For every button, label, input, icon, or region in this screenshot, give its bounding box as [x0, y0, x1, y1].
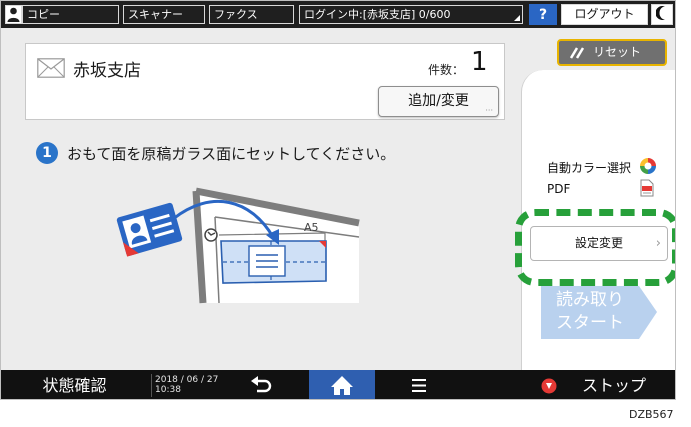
more-dots-icon: ··· — [485, 106, 493, 115]
paper-size-label: A5 — [304, 221, 319, 234]
start-scan-label: 読み取り スタート — [556, 290, 624, 333]
reset-button[interactable]: リセット — [557, 39, 667, 66]
datetime-display: 2018 / 06 / 27 10:38 — [155, 370, 225, 399]
energy-saver-button[interactable] — [651, 4, 673, 25]
pdf-file-icon — [640, 179, 654, 197]
login-status-text: ログイン中:[赤坂支店] 0/600 — [304, 8, 451, 21]
status-check-button[interactable]: 状態確認 — [1, 370, 148, 399]
back-button[interactable] — [236, 370, 286, 399]
reset-label: リセット — [593, 45, 642, 59]
figure-code: DZB567 — [629, 408, 674, 421]
top-bar: コピー スキャナー ファクス ログイン中:[赤坂支店] 0/600 ? ログアウ… — [1, 1, 675, 28]
color-mode-label: 自動カラー選択 — [547, 161, 632, 175]
home-icon — [331, 376, 353, 395]
time-text: 10:38 — [155, 385, 181, 395]
user-icon[interactable] — [5, 5, 22, 24]
highlight-callout — [515, 209, 675, 286]
login-status[interactable]: ログイン中:[赤坂支店] 0/600 — [299, 5, 523, 24]
destination-name: 赤坂支店 — [73, 61, 141, 81]
step-number-badge: 1 — [36, 142, 58, 164]
file-format-label: PDF — [547, 182, 571, 196]
destination-card: 赤坂支店 件数： 1 追加/変更 ··· — [25, 43, 505, 120]
menu-button[interactable] — [396, 370, 441, 399]
add-change-button[interactable]: 追加/変更 ··· — [378, 86, 499, 117]
stop-label: ストップ — [582, 376, 647, 395]
date-text: 2018 / 06 / 27 — [155, 375, 219, 385]
corner-marker-icon — [514, 15, 520, 21]
add-change-label: 追加/変更 — [408, 93, 469, 109]
tab-scanner[interactable]: スキャナー — [123, 5, 205, 24]
tab-fax[interactable]: ファクス — [209, 5, 294, 24]
scanner-glass-illustration: A5 — [116, 187, 360, 304]
divider — [151, 374, 152, 397]
menu-icon — [411, 379, 426, 392]
stop-icon — [541, 378, 557, 394]
bottom-bar: 状態確認 2018 / 06 / 27 10:38 ストップ — [1, 370, 675, 399]
count-label: 件数： — [428, 63, 465, 77]
reset-icon — [569, 47, 585, 59]
device-screen: コピー スキャナー ファクス ログイン中:[赤坂支店] 0/600 ? ログアウ… — [0, 0, 676, 400]
instruction-text: おもて面を原稿ガラス面にセットしてください。 — [67, 145, 396, 163]
logout-button[interactable]: ログアウト — [561, 4, 648, 25]
auto-color-icon — [640, 158, 656, 174]
stop-button[interactable]: ストップ — [527, 370, 675, 399]
back-arrow-icon — [251, 376, 272, 393]
count-value: 1 — [471, 47, 488, 77]
envelope-icon — [37, 58, 65, 78]
help-button[interactable]: ? — [529, 4, 557, 25]
home-button[interactable] — [309, 370, 375, 399]
tab-copy[interactable]: コピー — [22, 5, 119, 24]
moon-icon — [655, 6, 665, 21]
